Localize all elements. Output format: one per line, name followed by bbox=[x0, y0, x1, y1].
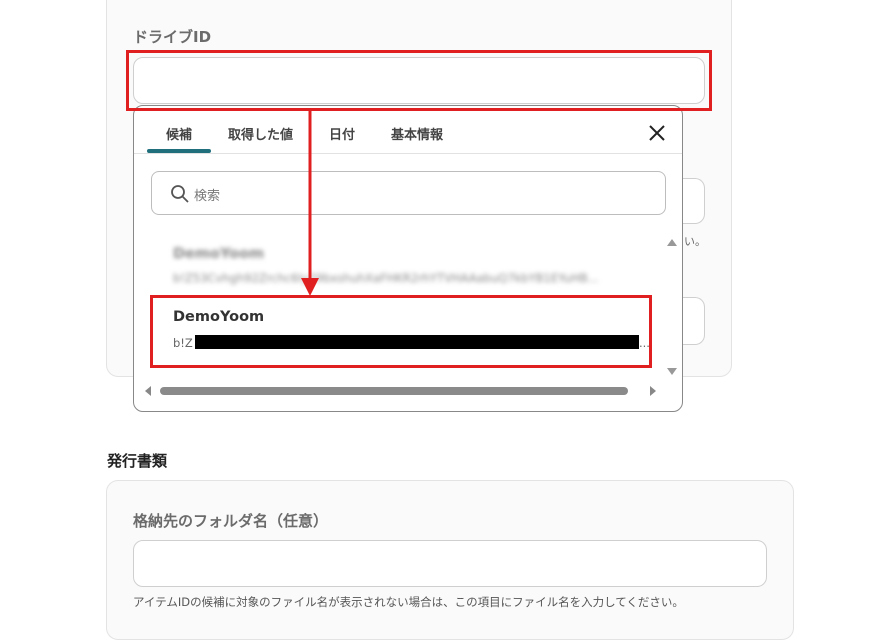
background-hint: い。 bbox=[684, 235, 706, 248]
list-item-title[interactable]: DemoYoom bbox=[173, 246, 264, 262]
highlight-drive-id bbox=[126, 50, 712, 111]
search-placeholder: 検索 bbox=[194, 189, 221, 204]
scroll-up-arrow[interactable] bbox=[667, 239, 677, 246]
tab-date[interactable]: 日付 bbox=[329, 124, 355, 143]
highlight-selected-item bbox=[150, 295, 652, 368]
tab-basic-info[interactable]: 基本情報 bbox=[391, 124, 443, 143]
horizontal-scrollbar-thumb[interactable] bbox=[160, 387, 628, 395]
tab-divider bbox=[134, 153, 682, 154]
scroll-right-arrow[interactable] bbox=[650, 386, 656, 396]
tab-retrieved-values[interactable]: 取得した値 bbox=[228, 124, 293, 143]
arrow-down-icon bbox=[301, 108, 319, 296]
tab-candidates[interactable]: 候補 bbox=[166, 124, 192, 143]
scroll-down-arrow[interactable] bbox=[667, 368, 677, 375]
drive-id-label: ドライブID bbox=[133, 28, 212, 46]
list-item-subtitle[interactable]: b!Z53Cvhgh92Zrchc6Iy29bxshuhXaFHKR2rhYTV… bbox=[173, 271, 599, 285]
folder-name-label: 格納先のフォルダ名（任意） bbox=[133, 512, 329, 530]
close-icon[interactable] bbox=[646, 122, 668, 144]
section-title: 発行書類 bbox=[107, 452, 168, 470]
folder-name-helper: アイテムIDの候補に対象のファイル名が表示されない場合は、この項目にファイル名を… bbox=[133, 595, 684, 609]
search-input[interactable]: 検索 bbox=[151, 171, 666, 215]
scroll-left-arrow[interactable] bbox=[145, 386, 151, 396]
search-icon bbox=[171, 185, 189, 203]
folder-name-input[interactable] bbox=[133, 540, 767, 587]
